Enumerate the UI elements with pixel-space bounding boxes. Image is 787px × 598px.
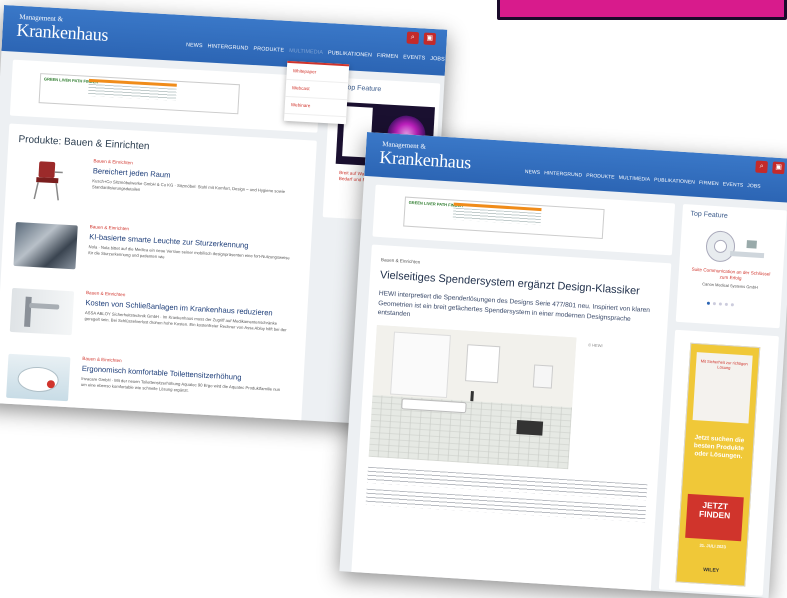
logo-line2: Krankenhaus (379, 148, 472, 172)
feature-ct-image[interactable] (695, 229, 769, 267)
screenshot-article-page: Management & Krankenhaus ⌕ ▣ NEWS HINTER… (339, 132, 787, 598)
nav-firmen[interactable]: FIRMEN (699, 180, 719, 187)
nav-publikationen[interactable]: PUBLIKATIONEN (654, 177, 695, 186)
nav-multimedia[interactable]: MULTIMEDIA (289, 48, 323, 56)
promo-banner-edge (497, 0, 787, 20)
logo-line2: Krankenhaus (16, 21, 109, 44)
item-category: Bauen & Einrichten (82, 356, 122, 363)
photo-credit: © HEWI (588, 342, 603, 348)
ad-card: GREEN LIVER PATH FINDER (10, 60, 321, 133)
door-handle-photo (10, 288, 74, 335)
multimedia-dropdown: Whitepaper Webcast Webinare (284, 61, 349, 124)
ad-card: GREEN LIVER PATH FINDER (372, 185, 675, 256)
lock-icon[interactable]: ▣ (423, 32, 436, 45)
search-icon[interactable]: ⌕ (755, 160, 768, 173)
ad-text: Jetzt suchen die besten Produkte oder Lö… (690, 434, 747, 461)
lock-icon[interactable]: ▣ (772, 162, 785, 175)
nav-publikationen[interactable]: PUBLIKATIONEN (328, 50, 372, 58)
menu-item-webinare[interactable]: Webinare (284, 97, 347, 117)
section-title: Produkte: Bauen & Einrichten (18, 134, 150, 152)
site-logo[interactable]: Management & Krankenhaus (16, 14, 109, 44)
item-title[interactable]: Bereichert jeden Raum (93, 166, 171, 179)
ad-banner[interactable]: GREEN LIVER PATH FINDER (403, 197, 604, 239)
article-card: Bauen & Einrichten Vielseitiges Spenders… (351, 245, 672, 598)
nav-events[interactable]: EVENTS (722, 181, 743, 188)
item-desc: Invacare GmbH · Mit der neuen Toilettens… (81, 376, 286, 400)
site-logo[interactable]: Management & Krankenhaus (379, 141, 472, 172)
item-category: Bauen & Einrichten (90, 224, 130, 231)
list-item[interactable]: Bauen & Einrichten Ergonomisch komfortab… (5, 352, 288, 427)
nav-multimedia[interactable]: MULTIMEDIA (618, 175, 650, 183)
carousel-dots[interactable] (707, 302, 734, 307)
ad-text-lines (88, 84, 177, 101)
main-nav: NEWS HINTERGRUND PRODUKTE MULTIMEDIA PUB… (525, 169, 761, 190)
nav-produkte[interactable]: PRODUKTE (253, 46, 284, 54)
item-desc: Nola · Nola bittet auf die Medica ein ne… (88, 244, 293, 268)
item-desc: Kusch+Co Sitzmöbelwerke GmbH & Co KG · S… (92, 178, 297, 202)
item-category: Bauen & Einrichten (93, 158, 133, 165)
nav-hintergrund[interactable]: HINTERGRUND (544, 170, 582, 178)
item-category: Bauen & Einrichten (86, 290, 126, 297)
nav-produkte[interactable]: PRODUKTE (586, 173, 615, 181)
article-photo[interactable] (369, 325, 577, 469)
list-item[interactable]: Bauen & Einrichten KI-basierte smarte Le… (13, 220, 296, 296)
nav-firmen[interactable]: FIRMEN (377, 53, 399, 60)
nav-hintergrund[interactable]: HINTERGRUND (207, 43, 248, 51)
nav-jobs[interactable]: JOBS (430, 56, 445, 63)
search-icon[interactable]: ⌕ (406, 32, 419, 45)
toilet-seat-photo (6, 354, 70, 401)
nav-events[interactable]: EVENTS (403, 54, 425, 61)
nav-jobs[interactable]: JOBS (747, 183, 761, 190)
main-nav: NEWS HINTERGRUND PRODUKTE MULTIMEDIA PUB… (186, 42, 445, 62)
event-photo (13, 222, 77, 269)
ad-cta-button[interactable]: JETZT FINDEN (685, 494, 744, 541)
ad-banner[interactable]: GREEN LIVER PATH FINDER (39, 73, 240, 114)
ad-brand-wiley: WILEY (683, 566, 739, 576)
chair-image (17, 156, 81, 203)
header-icons: ⌕ ▣ (406, 32, 436, 46)
nav-news[interactable]: NEWS (525, 169, 541, 176)
list-item[interactable]: Bauen & Einrichten Bereichert jeden Raum… (16, 154, 299, 230)
top-feature-panel: Top Feature Suite Communication an der S… (676, 204, 787, 328)
top-feature-heading: Top Feature (682, 204, 787, 229)
list-item[interactable]: Bauen & Einrichten Kosten von Schließanl… (9, 286, 292, 362)
skyscraper-ad[interactable]: Mit Sicherheit zur richtigen Lösung Jetz… (675, 343, 760, 587)
product-list-card: Produkte: Bauen & Einrichten Bauen & Ein… (0, 123, 317, 427)
ad-sidebar: Mit Sicherheit zur richtigen Lösung Jetz… (659, 330, 779, 596)
ad-date: 31. JULI 2023 (685, 542, 741, 551)
header-icons: ⌕ ▣ (755, 160, 785, 174)
nav-news[interactable]: NEWS (186, 42, 203, 49)
article-category[interactable]: Bauen & Einrichten (381, 257, 421, 264)
